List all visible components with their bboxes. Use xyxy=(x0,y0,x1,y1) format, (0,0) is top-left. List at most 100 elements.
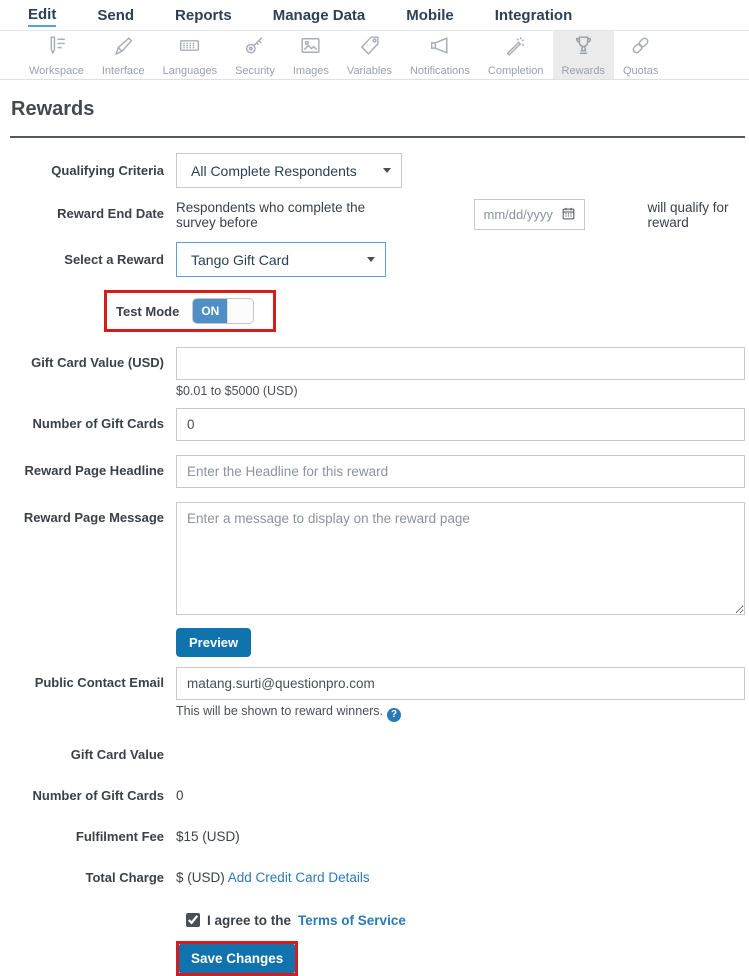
summary-number-of-gift-cards-row: Number of Gift Cards 0 xyxy=(10,788,745,804)
nav-send[interactable]: Send xyxy=(97,4,134,26)
reward-end-date-input[interactable] xyxy=(483,207,562,222)
tab-label: Quotas xyxy=(622,65,659,77)
test-mode-highlight-box: Test Mode ON xyxy=(104,290,277,332)
nav-manage-data[interactable]: Manage Data xyxy=(273,4,366,26)
qualifying-criteria-label: Qualifying Criteria xyxy=(51,163,164,178)
toggle-knob[interactable] xyxy=(227,299,254,323)
number-of-gift-cards-label: Number of Gift Cards xyxy=(32,416,164,431)
test-mode-label: Test Mode xyxy=(116,303,180,319)
tab-images[interactable]: Images xyxy=(284,31,338,79)
chevron-down-icon xyxy=(367,257,375,262)
preview-row: Preview xyxy=(176,628,745,657)
tab-interface[interactable]: Interface xyxy=(93,31,154,79)
tab-variables[interactable]: Variables xyxy=(338,31,401,79)
total-charge-amount: $ (USD) xyxy=(176,869,225,885)
add-credit-card-link[interactable]: Add Credit Card Details xyxy=(228,870,370,885)
nav-integration[interactable]: Integration xyxy=(495,4,573,26)
workspace-pencil-icon xyxy=(44,33,69,63)
select-reward-row: Select a Reward Tango Gift Card xyxy=(10,242,745,277)
terms-agree-checkbox[interactable] xyxy=(186,913,200,927)
settings-tab-bar: Workspace Interface Languages Security I… xyxy=(0,31,749,80)
select-reward-select[interactable]: Tango Gift Card xyxy=(176,242,386,277)
qualifying-criteria-value: All Complete Respondents xyxy=(191,162,357,179)
gift-card-value-row: Gift Card Value (USD) $0.01 to $5000 (US… xyxy=(10,347,745,398)
total-charge-label: Total Charge xyxy=(85,869,165,885)
public-contact-email-label: Public Contact Email xyxy=(34,675,164,690)
tab-quotas[interactable]: Quotas xyxy=(614,31,667,79)
tab-completion[interactable]: Completion xyxy=(479,31,553,79)
summary-gift-card-value-row: Gift Card Value xyxy=(10,747,745,763)
select-reward-label: Select a Reward xyxy=(64,252,164,267)
qualifying-criteria-row: Qualifying Criteria All Complete Respond… xyxy=(10,153,745,188)
tab-languages[interactable]: Languages xyxy=(154,31,226,79)
select-reward-value: Tango Gift Card xyxy=(191,251,290,268)
tab-label: Variables xyxy=(346,65,392,77)
number-of-gift-cards-row: Number of Gift Cards xyxy=(10,408,745,441)
tab-label: Images xyxy=(292,65,329,77)
security-key-icon xyxy=(242,33,267,63)
reward-page-headline-input[interactable] xyxy=(176,455,745,488)
terms-of-service-link[interactable]: Terms of Service xyxy=(298,913,406,928)
reward-page-headline-label: Reward Page Headline xyxy=(24,463,164,478)
qualifying-criteria-select[interactable]: All Complete Respondents xyxy=(176,153,402,188)
reward-end-date-suffix: will qualify for reward xyxy=(647,199,729,230)
tab-label: Notifications xyxy=(409,65,470,77)
summary-number-of-gift-cards-label: Number of Gift Cards xyxy=(32,787,164,803)
calendar-icon[interactable] xyxy=(561,206,576,224)
tab-workspace[interactable]: Workspace xyxy=(20,31,93,79)
reward-end-date-row: Reward End Date Respondents who complete… xyxy=(10,198,745,230)
save-changes-button[interactable]: Save Changes xyxy=(179,943,296,973)
test-mode-toggle[interactable]: ON xyxy=(192,298,255,324)
tab-label: Workspace xyxy=(29,65,84,77)
total-charge-value: $ (USD) Add Credit Card Details xyxy=(176,870,370,885)
nav-mobile[interactable]: Mobile xyxy=(406,4,454,26)
gift-card-value-label: Gift Card Value (USD) xyxy=(31,355,164,370)
reward-end-date-label: Reward End Date xyxy=(57,206,164,221)
preview-button[interactable]: Preview xyxy=(176,628,252,657)
page-title: Rewards xyxy=(11,98,95,120)
public-contact-email-helper: This will be shown to reward winners.? xyxy=(176,704,745,722)
test-mode-row: Test Mode ON xyxy=(10,290,745,332)
notifications-megaphone-icon xyxy=(427,33,452,63)
fulfilment-fee-label: Fulfilment Fee xyxy=(75,828,164,844)
title-divider xyxy=(10,136,745,138)
nav-edit[interactable]: Edit xyxy=(28,3,57,27)
interface-pen-icon xyxy=(111,33,136,63)
tab-label: Interface xyxy=(101,65,145,77)
variables-tag-icon xyxy=(357,33,382,63)
fulfilment-fee-value: $15 (USD) xyxy=(176,828,240,844)
quotas-links-icon xyxy=(628,33,653,63)
public-contact-email-row: Public Contact Email This will be shown … xyxy=(10,667,745,722)
completion-wand-icon xyxy=(503,33,528,63)
tab-label: Security xyxy=(235,65,275,77)
summary-number-of-gift-cards: 0 xyxy=(176,787,184,803)
fulfilment-fee-row: Fulfilment Fee $15 (USD) xyxy=(10,829,745,845)
reward-end-date-field[interactable] xyxy=(474,199,586,230)
reward-end-date-prefix: Respondents who complete the survey befo… xyxy=(176,199,366,230)
tab-rewards[interactable]: Rewards xyxy=(552,31,614,79)
number-of-gift-cards-input[interactable] xyxy=(176,408,745,441)
help-question-icon[interactable]: ? xyxy=(387,707,402,722)
tab-label: Rewards xyxy=(561,65,605,77)
tab-security[interactable]: Security xyxy=(226,31,284,79)
gift-card-value-input[interactable] xyxy=(176,347,745,380)
rewards-settings-panel: Rewards Qualifying Criteria All Complete… xyxy=(0,80,749,976)
chevron-down-icon xyxy=(383,168,391,173)
rewards-trophy-icon xyxy=(571,33,596,63)
tab-notifications[interactable]: Notifications xyxy=(401,31,479,79)
tab-label: Languages xyxy=(162,65,218,77)
summary-gift-card-value-label: Gift Card Value xyxy=(70,746,164,762)
terms-agree-text: I agree to the xyxy=(207,912,292,928)
images-picture-icon xyxy=(298,33,323,63)
tab-label: Completion xyxy=(487,65,544,77)
public-contact-email-input[interactable] xyxy=(176,667,745,700)
toggle-on-label: ON xyxy=(193,299,228,323)
nav-reports[interactable]: Reports xyxy=(175,4,232,26)
reward-page-message-label: Reward Page Message xyxy=(23,510,164,525)
save-highlight-box: Save Changes xyxy=(176,940,299,976)
save-row: Save Changes xyxy=(176,940,745,976)
reward-page-message-textarea[interactable] xyxy=(176,502,745,615)
total-charge-row: Total Charge $ (USD) Add Credit Card Det… xyxy=(10,870,745,886)
reward-page-headline-row: Reward Page Headline xyxy=(10,455,745,488)
languages-keyboard-icon xyxy=(177,33,202,63)
